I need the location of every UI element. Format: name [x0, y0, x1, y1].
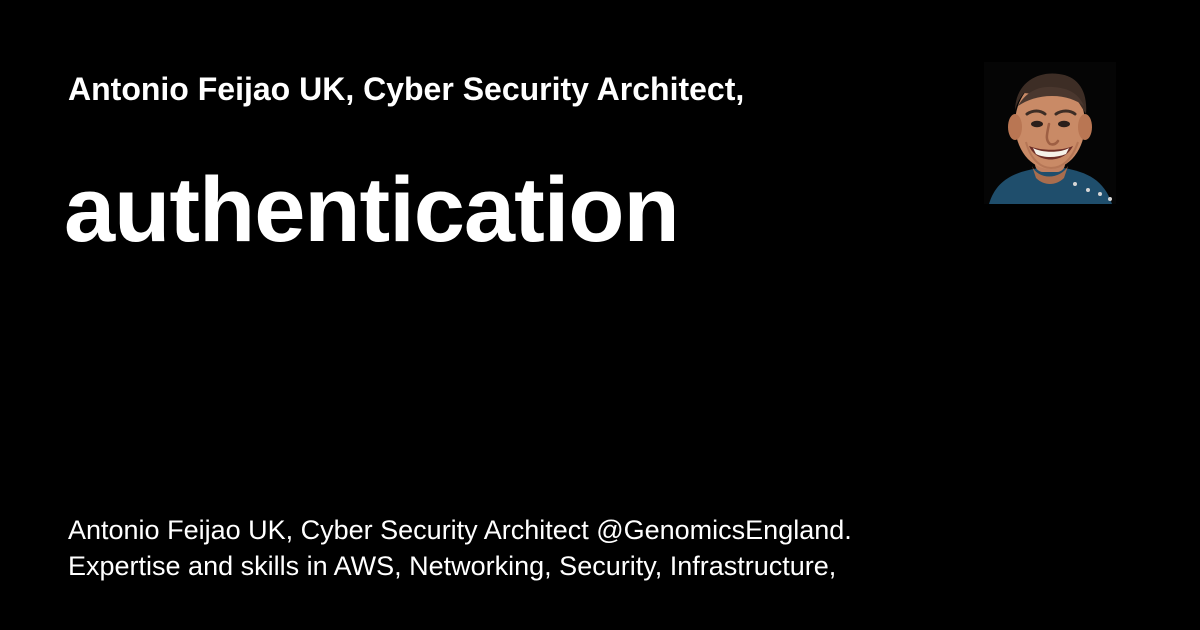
site-description: Antonio Feijao UK, Cyber Security Archit…	[68, 512, 1068, 584]
social-share-card: Antonio Feijao UK, Cyber Security Archit…	[0, 0, 1200, 630]
description-line-1: Antonio Feijao UK, Cyber Security Archit…	[68, 515, 852, 545]
description-line-2: Expertise and skills in AWS, Networking,…	[68, 551, 837, 581]
author-avatar-icon	[984, 62, 1116, 204]
author-avatar	[984, 62, 1116, 204]
site-title: Antonio Feijao UK, Cyber Security Archit…	[68, 71, 745, 107]
page-title: authentication	[64, 159, 680, 261]
